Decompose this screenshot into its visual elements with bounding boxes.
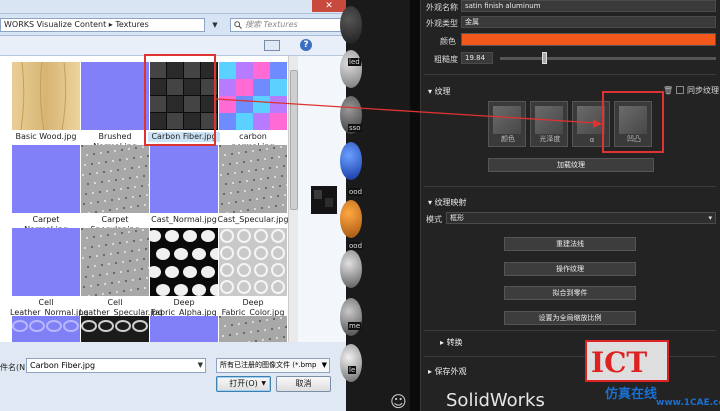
wechat-icon: ☺ — [390, 392, 407, 411]
sim-watermark: 仿真在线 — [605, 387, 658, 402]
brand-watermark: SolidWorks — [446, 390, 545, 411]
ict-logo: ICT — [585, 340, 669, 382]
site-watermark: www.1CAE.com — [656, 398, 720, 408]
